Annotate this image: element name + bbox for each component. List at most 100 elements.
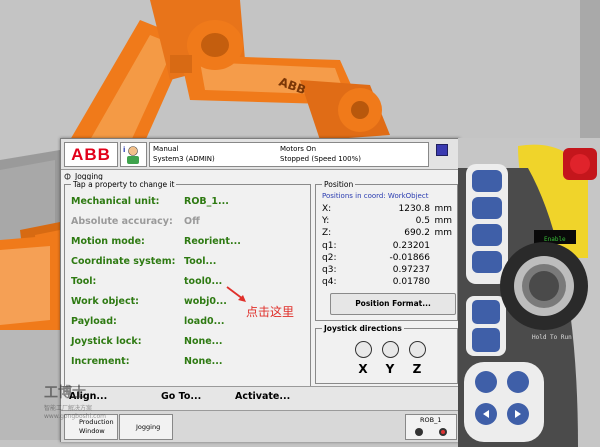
status-bar: ABB i Manual System3 (ADMIN) Motors On S… <box>61 139 459 170</box>
coord-unit: mm <box>434 216 452 226</box>
position-row-q4: q4: 0.01780 <box>322 277 452 288</box>
arrow-icon <box>226 286 246 302</box>
window-icon <box>436 144 448 156</box>
activate-button[interactable]: Activate... <box>235 391 290 402</box>
position-panel: Position Positions in coord: WorkObject … <box>315 180 458 321</box>
hold-to-run-label: Hold To Run <box>532 334 572 341</box>
operator-window-button[interactable]: i <box>120 142 147 167</box>
axis-label: Z <box>412 362 422 376</box>
position-legend: Position <box>322 180 356 189</box>
coord-name: Z: <box>322 228 332 238</box>
rob-label: ROB_1 <box>420 416 442 424</box>
property-label: Work object: <box>71 296 139 307</box>
property-label: Payload: <box>71 316 117 327</box>
property-value: Off <box>184 216 200 227</box>
step-back-button[interactable] <box>468 400 504 436</box>
joystick-y-icon <box>381 341 399 358</box>
property-label: Increment: <box>71 356 130 367</box>
property-value: Tool... <box>184 256 217 267</box>
position-subtitle: Positions in coord: WorkObject <box>322 192 429 200</box>
property-value: None... <box>184 356 223 367</box>
property-label: Motion mode: <box>71 236 145 247</box>
robotstudio-viewport: ABB ABB i Manual System3 (ADMIN) Motors … <box>0 0 600 447</box>
svg-text:i: i <box>123 146 125 154</box>
close-button[interactable] <box>433 142 455 165</box>
property-label: Coordinate system: <box>71 256 176 267</box>
position-row-y: Y: 0.5 mm <box>322 216 452 227</box>
quickset-icons <box>415 428 447 436</box>
step-forward-button[interactable] <box>504 400 540 436</box>
property-row-coordinate-system[interactable]: Coordinate system: Tool... <box>65 253 310 273</box>
property-value: Reorient... <box>184 236 241 247</box>
position-row-q2: q2: -0.01866 <box>322 253 452 264</box>
joystick-axis-z: Z <box>407 339 427 379</box>
property-label: Joystick lock: <box>71 336 142 347</box>
coord-unit: mm <box>434 228 452 238</box>
joystick-directions-panel: Joystick directions X Y Z <box>315 324 458 384</box>
state-text: Stopped (Speed 100%) <box>280 155 361 163</box>
property-row-tool[interactable]: Tool: tool0... <box>65 273 310 293</box>
goto-button[interactable]: Go To... <box>161 391 201 402</box>
watermark: 工博士 智能工厂解决方案 www.gongboshi.com <box>10 370 130 430</box>
properties-legend: Tap a property to change it <box>71 180 177 189</box>
position-row-q3: q3: 0.97237 <box>322 265 452 276</box>
motors-text: Motors On <box>280 145 317 153</box>
property-row-motion-mode[interactable]: Motion mode: Reorient... <box>65 233 310 253</box>
coord-name: X: <box>322 204 332 214</box>
property-label: Mechanical unit: <box>71 196 160 207</box>
coord-value: 0.97237 <box>392 265 430 275</box>
axis-label: X <box>358 362 368 376</box>
coord-value: 690.2 <box>404 228 430 238</box>
coord-value: 0.5 <box>415 216 430 226</box>
axis-label: Y <box>385 362 395 376</box>
property-label: Absolute accuracy: <box>71 216 173 227</box>
watermark-brand: 工博士 <box>44 385 86 401</box>
watermark-url: www.gongboshi.com <box>44 413 106 420</box>
position-row-x: X: 1230.8 mm <box>322 204 452 215</box>
enable-label: Enable <box>544 236 566 243</box>
property-value: None... <box>184 336 223 347</box>
watermark-sub: 智能工厂解决方案 <box>44 405 93 412</box>
property-row-absolute-accuracy: Absolute accuracy: Off <box>65 213 310 233</box>
joystick-axis-y: Y <box>380 339 400 379</box>
joystick-x-icon <box>354 341 372 358</box>
joystick-axis-x: X <box>353 339 373 379</box>
position-row-q1: q1: 0.23201 <box>322 241 452 252</box>
coord-name: q1: <box>322 241 337 251</box>
property-value: wobj0... <box>184 296 227 307</box>
mode-text: Manual <box>153 145 179 153</box>
properties-panel: Tap a property to change it Mechanical u… <box>64 180 311 388</box>
property-value: tool0... <box>184 276 223 287</box>
coord-unit: mm <box>434 204 452 214</box>
emergency-stop-button[interactable] <box>564 150 596 180</box>
position-format-button[interactable]: Position Format... <box>330 293 456 315</box>
system-text: System3 (ADMIN) <box>153 155 215 163</box>
coord-name: q3: <box>322 265 337 275</box>
jogging-icon <box>64 173 71 180</box>
task-label: Jogging <box>136 423 161 431</box>
coord-value: 0.01780 <box>392 277 430 287</box>
position-row-z: Z: 690.2 mm <box>322 228 452 239</box>
coord-name: q4: <box>322 277 337 287</box>
joystick-z-icon <box>408 341 426 358</box>
abb-menu-button[interactable]: ABB <box>64 142 118 167</box>
flexpendant-device: Enable Hold To Run <box>458 138 600 447</box>
property-value: load0... <box>184 316 225 327</box>
coord-name: Y: <box>322 216 330 226</box>
annotation-text: 点击这里 <box>246 305 295 319</box>
coord-value: -0.01866 <box>389 253 430 263</box>
status-panel[interactable]: Manual System3 (ADMIN) Motors On Stopped… <box>149 142 429 167</box>
property-label: Tool: <box>71 276 97 287</box>
stop-button[interactable] <box>504 366 540 402</box>
joystick[interactable] <box>530 272 558 300</box>
coord-value: 0.23201 <box>392 241 430 251</box>
start-button[interactable] <box>468 366 504 402</box>
operator-icon: i <box>123 146 139 164</box>
coord-value: 1230.8 <box>398 204 431 214</box>
joystick-legend: Joystick directions <box>322 324 404 333</box>
property-value: ROB_1... <box>184 196 229 207</box>
coord-name: q2: <box>322 253 337 263</box>
quickset-rob-button[interactable]: ROB_1 <box>405 414 457 440</box>
property-row-joystick-lock[interactable]: Joystick lock: None... <box>65 333 310 353</box>
property-row-mechanical-unit[interactable]: Mechanical unit: ROB_1... <box>65 193 310 213</box>
